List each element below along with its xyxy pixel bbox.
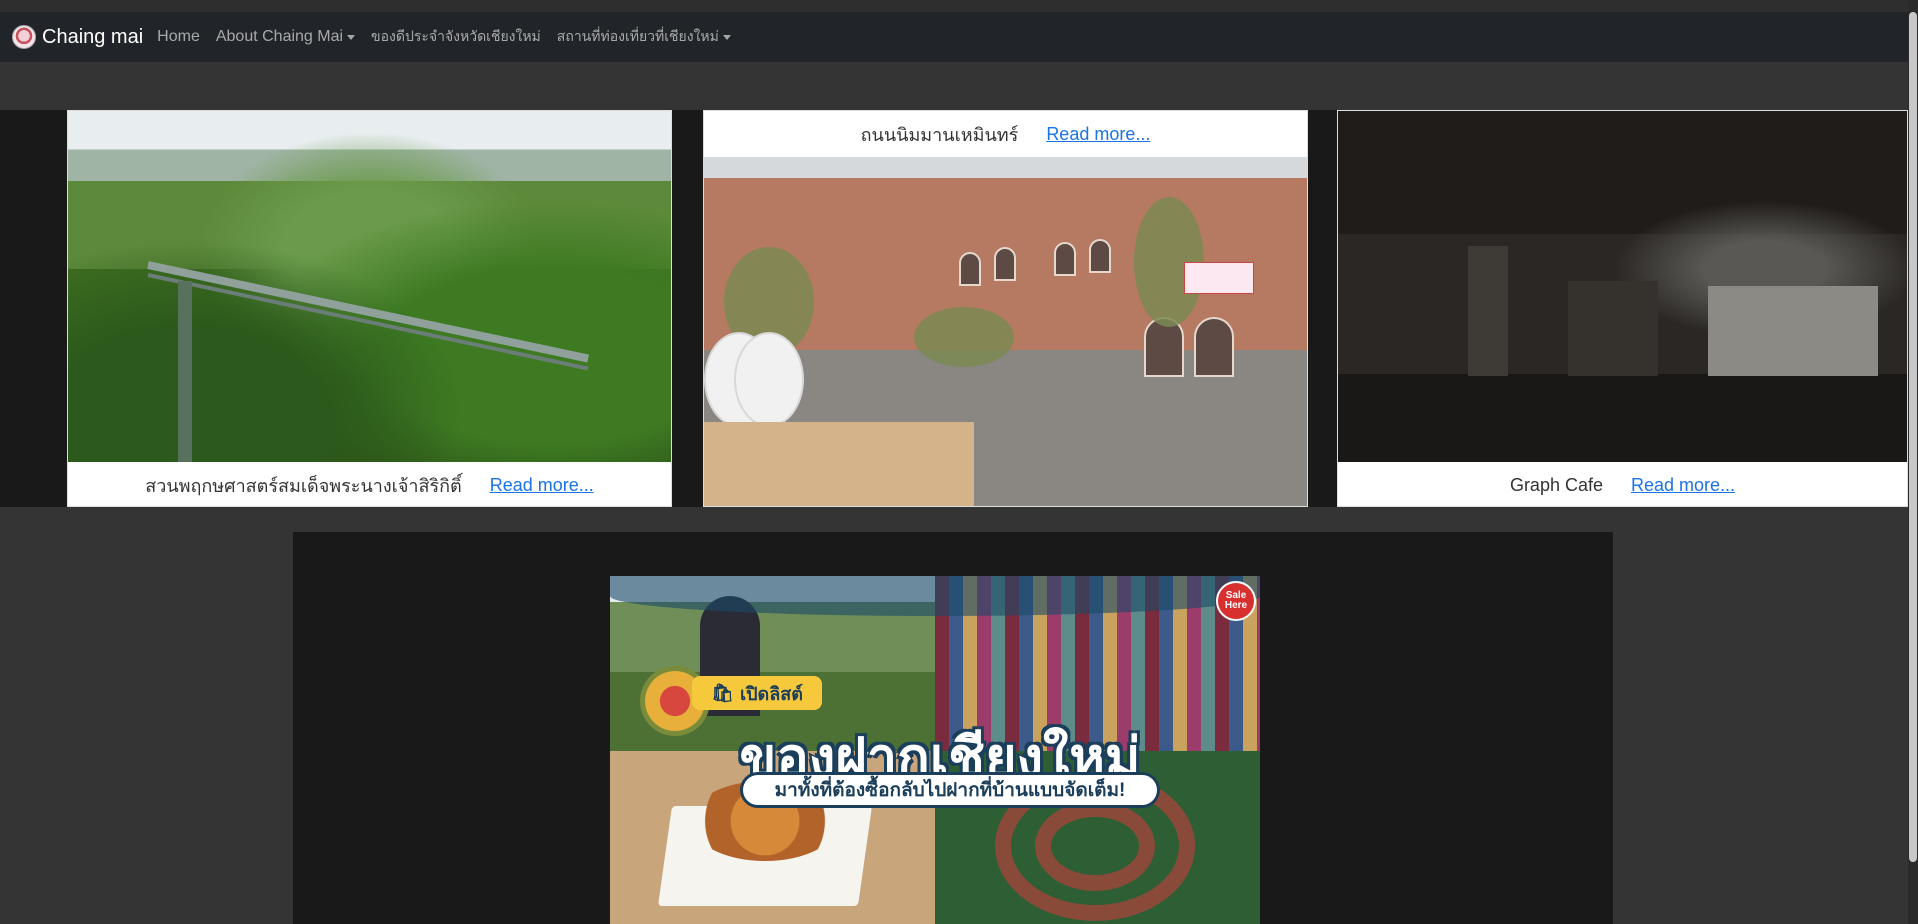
sale-tag: Sale Here — [1216, 581, 1256, 621]
building-arch — [1194, 317, 1234, 377]
nav-about-dropdown[interactable]: About Chaing Mai — [215, 28, 356, 46]
cafe-counter — [1338, 376, 1907, 462]
sai-ua-sausage — [1035, 801, 1155, 891]
caret-down-icon — [722, 34, 731, 40]
sculpture-pipe — [734, 332, 804, 427]
attractions-carousel: สวนพฤกษศาสตร์สมเด็จพระนางเจ้าสิริกิติ์ R… — [0, 110, 1908, 507]
poster-wave — [610, 576, 1260, 616]
read-more-link[interactable]: Read more... — [1046, 124, 1150, 145]
building-window — [1054, 242, 1076, 276]
nav-about-label: About Chaing Mai — [215, 28, 344, 45]
shopping-bag-icon: 🛍 — [711, 682, 734, 703]
top-strip — [0, 0, 1918, 12]
card-title: ถนนนิมมานเหมินทร์ — [860, 124, 1019, 145]
read-more-link[interactable]: Read more... — [1631, 475, 1735, 496]
read-more-link[interactable]: Read more... — [490, 475, 594, 496]
poster-subtitle: มาทั้งที่ต้องซื้อกลับไปฝากที่บ้านแบบจัดเ… — [740, 772, 1160, 808]
poster-badge-text: เปิดลิสต์ — [739, 683, 803, 704]
coffee-grinder — [1468, 246, 1508, 376]
caret-down-icon — [347, 34, 356, 40]
souvenir-poster: 🛍 เปิดลิสต์ ของฝากเชียงใหม่ มาทั้งที่ต้อ… — [610, 576, 1260, 924]
card-botanical-garden: สวนพฤกษศาสตร์สมเด็จพระนางเจ้าสิริกิติ์ R… — [67, 110, 672, 507]
brand-link[interactable]: Chaing mai — [12, 25, 143, 49]
brand-name: Chaing mai — [42, 25, 144, 48]
brand-logo-icon — [12, 25, 36, 49]
botanical-garden-image — [68, 111, 671, 462]
building-window — [994, 247, 1016, 281]
poster-badge: 🛍 เปิดลิสต์ — [692, 676, 822, 710]
card-title: Graph Cafe — [1509, 474, 1603, 495]
nav-local-products[interactable]: ของดีประจำจังหวัดเชียงใหม่ — [371, 26, 541, 48]
card-caption: Graph Cafe Read more... — [1338, 462, 1907, 506]
card-graph-cafe: Graph Cafe Read more... — [1337, 110, 1908, 507]
nimman-road-image — [704, 157, 1307, 506]
building-window — [959, 252, 981, 286]
scrollbar-thumb[interactable] — [1909, 12, 1917, 862]
souvenir-section: 🛍 เปิดลิสต์ ของฝากเชียงใหม่ มาทั้งที่ต้อ… — [293, 532, 1613, 924]
navbar: Chaing mai Home About Chaing Mai ของดีปร… — [0, 12, 1908, 62]
vertical-scrollbar[interactable] — [1908, 0, 1918, 924]
building-window — [1089, 239, 1111, 273]
card-title: สวนพฤกษศาสตร์สมเด็จพระนางเจ้าสิริกิติ์ — [145, 475, 462, 496]
coffee-grinder — [1568, 281, 1658, 391]
espresso-machine — [1708, 286, 1878, 376]
nav-attractions-label: สถานที่ท่องเที่ยวที่เชียงใหม่ — [556, 28, 719, 44]
graph-cafe-image — [1338, 111, 1907, 462]
card-caption: สวนพฤกษศาสตร์สมเด็จพระนางเจ้าสิริกิติ์ R… — [68, 462, 671, 506]
wooden-deck — [704, 422, 974, 506]
walkway-tower — [178, 281, 192, 462]
card-caption: ถนนนิมมานเหมินทร์ Read more... — [704, 111, 1307, 157]
sale-banner — [1184, 262, 1254, 294]
card-nimman-road: ถนนนิมมานเหมินทร์ Read more... — [703, 110, 1308, 507]
canopy-walkway — [147, 261, 589, 363]
nav-home[interactable]: Home — [157, 28, 200, 46]
tree — [914, 307, 1014, 367]
nav-attractions-dropdown[interactable]: สถานที่ท่องเที่ยวที่เชียงใหม่ — [557, 26, 731, 48]
canopy-walkway-rail — [147, 273, 589, 371]
